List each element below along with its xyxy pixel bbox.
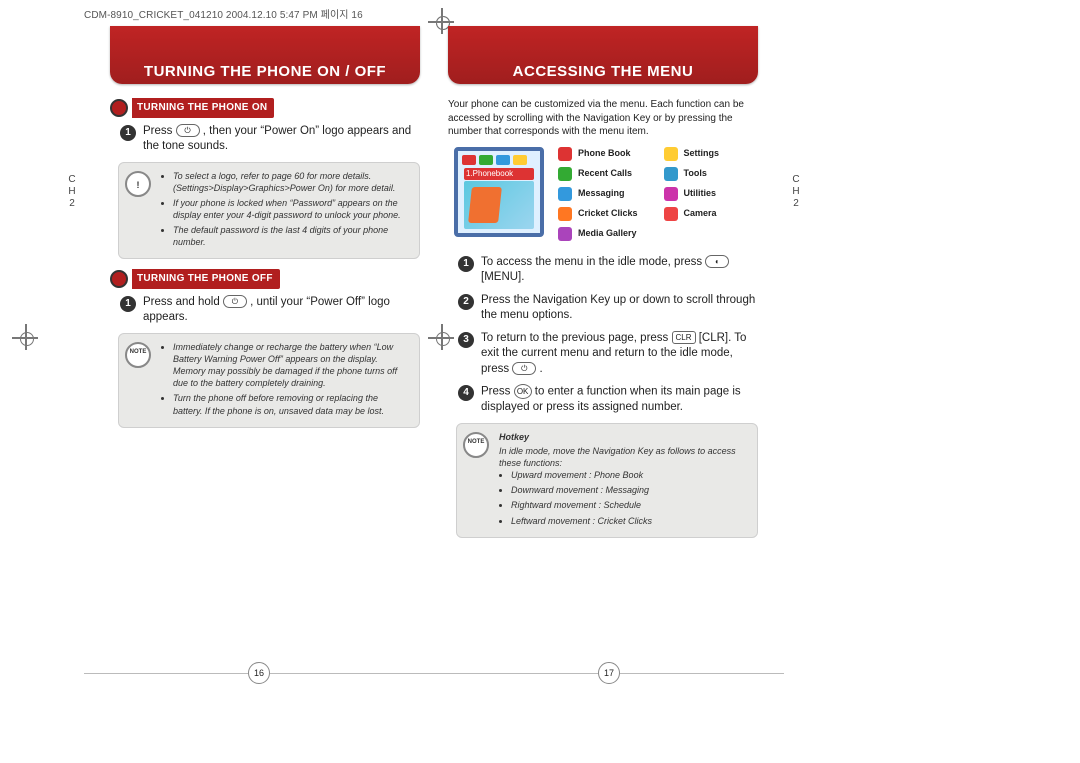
menu-step-2: 2 Press the Navigation Key up or down to… [448, 293, 758, 324]
hotkey-title: Hotkey [499, 431, 747, 443]
on-step1: 1 Press ⏻ , then your “Power On” logo ap… [110, 124, 420, 155]
subhead-off-label: TURNING THE PHONE OFF [132, 269, 280, 289]
off-step1: 1 Press and hold ⏻ , until your “Power O… [110, 295, 420, 326]
off-note-item: Turn the phone off before removing or re… [173, 392, 409, 416]
on-note-box: ! To select a logo, refer to page 60 for… [118, 162, 420, 260]
menu-figure: 1.Phonebook Phone Book Recent Calls Mess… [454, 147, 758, 247]
menu-icon [558, 207, 572, 221]
subhead-on: TURNING THE PHONE ON [110, 98, 420, 118]
on-note-item: The default password is the last 4 digit… [173, 224, 409, 248]
menu-icon [558, 187, 572, 201]
power-key-icon: ⏻ [512, 362, 536, 375]
off-note-item: Immediately change or recharge the batte… [173, 341, 409, 390]
menu-column-2: Settings Tools Utilities Camera [664, 147, 720, 247]
phone-screen-label: 1.Phonebook [464, 168, 534, 181]
page-number-right-wrap: 17 [434, 662, 784, 684]
step-number-icon: 1 [120, 125, 136, 141]
subhead-bullet-icon [110, 270, 128, 288]
step-number-icon: 1 [458, 256, 474, 272]
file-header-line: CDM-8910_CRICKET_041210 2004.12.10 5:47 … [84, 6, 363, 21]
ok-key-icon: OK [514, 384, 532, 399]
menu-item-label: Cricket Clicks [578, 207, 638, 219]
menu-item-label: Phone Book [578, 147, 631, 159]
menu-item-label: Tools [684, 167, 707, 179]
subhead-on-label: TURNING THE PHONE ON [132, 98, 274, 118]
menu-item-label: Settings [684, 147, 720, 159]
clr-key-icon: CLR [672, 331, 696, 344]
menu-step1-text: To access the menu in the idle mode, pre… [481, 255, 758, 286]
power-key-icon: ⏻ [176, 124, 200, 137]
hotkey-item: Downward movement : Messaging [511, 484, 747, 496]
hotkey-item: Upward movement : Phone Book [511, 469, 747, 481]
menu-step3-text: To return to the previous page, press CL… [481, 331, 758, 378]
softkey-icon: ◐ [705, 255, 729, 268]
phone-screen-icon: 1.Phonebook [454, 147, 544, 237]
hotkey-intro: In idle mode, move the Navigation Key as… [499, 445, 747, 469]
menu-icon [664, 187, 678, 201]
note-icon: NOTE [125, 342, 151, 368]
hotkey-item: Leftward movement : Cricket Clicks [511, 515, 747, 527]
menu-icon [558, 227, 572, 241]
menu-step-3: 3 To return to the previous page, press … [448, 331, 758, 378]
on-step1-text: Press ⏻ , then your “Power On” logo appe… [143, 124, 420, 155]
menu-item-label: Media Gallery [578, 227, 637, 239]
menu-column-1: Phone Book Recent Calls Messaging Cricke… [558, 147, 638, 247]
banner-right-title: ACCESSING THE MENU [448, 63, 758, 80]
menu-icon [664, 147, 678, 161]
page-number-left: 16 [248, 662, 270, 684]
page-left: TURNING THE PHONE ON / OFF C H 2 TURNING… [84, 26, 434, 706]
menu-icon [664, 167, 678, 181]
step-number-icon: 3 [458, 332, 474, 348]
menu-step-4: 4 Press OK to enter a function when its … [448, 384, 758, 416]
menu-item-label: Utilities [684, 187, 717, 199]
menu-item-label: Recent Calls [578, 167, 632, 179]
alert-icon: ! [125, 171, 151, 197]
menu-intro-text: Your phone can be customized via the men… [448, 98, 758, 139]
power-key-icon: ⏻ [223, 295, 247, 308]
banner-left-title: TURNING THE PHONE ON / OFF [110, 63, 420, 80]
hotkey-note-box: NOTE Hotkey In idle mode, move the Navig… [456, 423, 758, 538]
step-number-icon: 4 [458, 385, 474, 401]
menu-item-label: Messaging [578, 187, 625, 199]
chapter-marker-right: C H 2 [788, 174, 804, 210]
subhead-off: TURNING THE PHONE OFF [110, 269, 420, 289]
menu-icon [558, 167, 572, 181]
crop-mark-left [14, 326, 38, 350]
menu-icon [664, 207, 678, 221]
on-note-item: To select a logo, refer to page 60 for m… [173, 170, 409, 194]
subhead-bullet-icon [110, 99, 128, 117]
note-icon: NOTE [463, 432, 489, 458]
page-number-right: 17 [598, 662, 620, 684]
hotkey-item: Rightward movement : Schedule [511, 499, 747, 511]
menu-step4-text: Press OK to enter a function when its ma… [481, 384, 758, 416]
page-number-left-wrap: 16 [84, 662, 434, 684]
step-number-icon: 2 [458, 294, 474, 310]
menu-item-label: Camera [684, 207, 717, 219]
step-number-icon: 1 [120, 296, 136, 312]
menu-icon [558, 147, 572, 161]
page-right: ACCESSING THE MENU C H 2 Your phone can … [434, 26, 784, 706]
menu-step2-text: Press the Navigation Key up or down to s… [481, 293, 758, 324]
off-note-box: NOTE Immediately change or recharge the … [118, 333, 420, 428]
menu-step-1: 1 To access the menu in the idle mode, p… [448, 255, 758, 286]
chapter-marker-left: C H 2 [64, 174, 80, 210]
off-step1-text: Press and hold ⏻ , until your “Power Off… [143, 295, 420, 326]
on-note-item: If your phone is locked when “Password” … [173, 197, 409, 221]
